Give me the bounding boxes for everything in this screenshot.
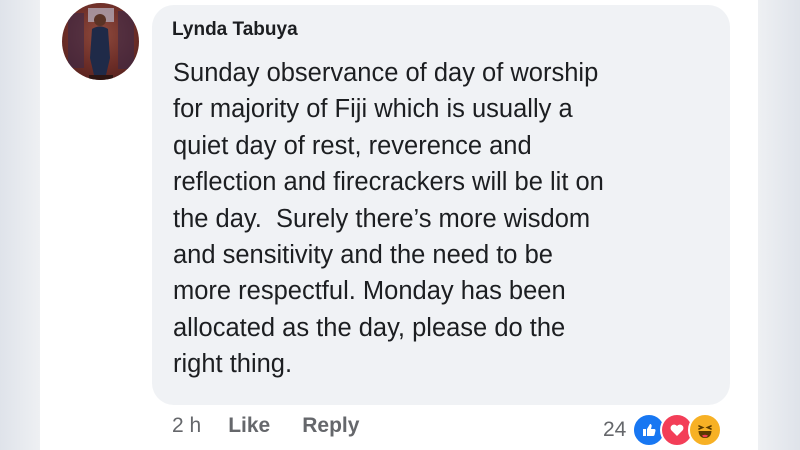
comment-bubble: Lynda Tabuya Sunday observance of day of… <box>152 5 730 405</box>
background-left-edge <box>0 0 40 450</box>
comment-text: Sunday observance of day of worship for … <box>173 59 604 379</box>
comment-author[interactable]: Lynda Tabuya <box>172 19 298 41</box>
avatar-photo <box>68 8 134 80</box>
reaction-count: 24 <box>603 418 627 441</box>
haha-icon <box>688 413 723 447</box>
background-right-edge <box>758 0 800 450</box>
avatar[interactable] <box>62 3 139 80</box>
like-button[interactable]: Like <box>228 414 270 438</box>
reply-button[interactable]: Reply <box>302 414 359 438</box>
reaction-summary[interactable]: 24 <box>603 413 723 447</box>
comment-actions: 2 h Like Reply <box>172 414 359 438</box>
comment-timestamp[interactable]: 2 h <box>172 414 201 438</box>
